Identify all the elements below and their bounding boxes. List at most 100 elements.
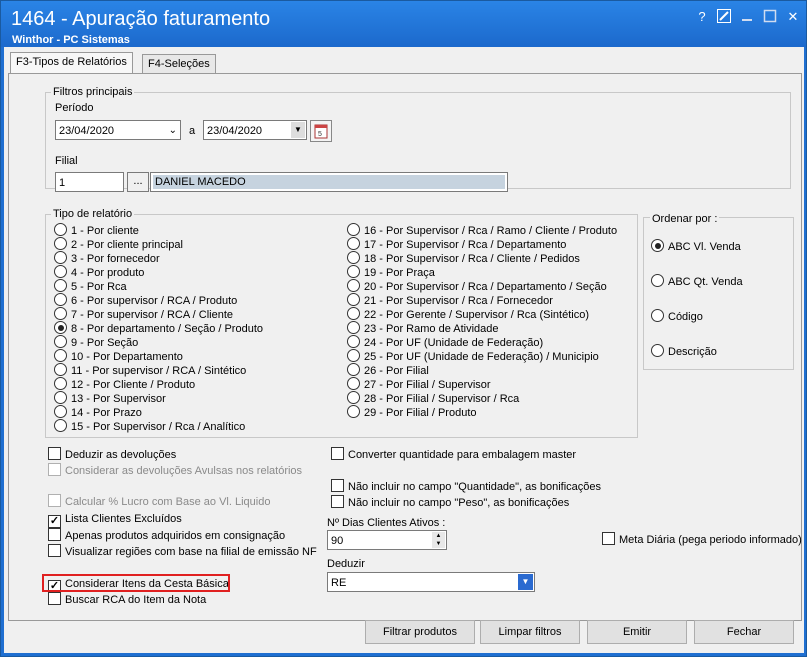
fechar-button[interactable]: Fechar [694,620,794,644]
lista-clientes-excluidos-checkbox[interactable]: ✓ Lista Clientes Excluídos [48,512,182,528]
close-button[interactable]: ✕ [784,9,802,25]
checkbox-box[interactable] [48,447,61,460]
radio-circle[interactable] [347,391,360,404]
radio-circle[interactable] [347,321,360,334]
nao-incluir-peso-checkbox[interactable]: Não incluir no campo "Peso", as bonifica… [331,495,569,509]
converter-embalagem-checkbox[interactable]: Converter quantidade para embalagem mast… [331,447,576,461]
radio-circle[interactable] [54,391,67,404]
radio-circle[interactable] [54,419,67,432]
visualizar-regioes-checkbox[interactable]: Visualizar regiões com base na filial de… [48,544,317,558]
filtrar-produtos-button[interactable]: Filtrar produtos [365,620,475,644]
radio-circle[interactable] [651,239,664,252]
checkbox-box[interactable]: ✓ [48,515,61,528]
ordenar-option-1[interactable]: ABC Vl. Venda [651,239,741,253]
radio-circle[interactable] [347,293,360,306]
checkbox-box[interactable] [48,544,61,557]
tipo-relatorio-option-6[interactable]: 6 - Por supervisor / RCA / Produto [54,293,237,307]
tipo-relatorio-option-24[interactable]: 24 - Por UF (Unidade de Federação) [347,335,543,349]
radio-circle[interactable] [347,307,360,320]
tipo-relatorio-option-2[interactable]: 2 - Por cliente principal [54,237,183,251]
tipo-relatorio-option-9[interactable]: 9 - Por Seção [54,335,138,349]
nao-incluir-quantidade-checkbox[interactable]: Não incluir no campo "Quantidade", as bo… [331,479,601,493]
tab-tipos-relatorios[interactable]: F3-Tipos de Relatórios [10,52,133,74]
radio-circle[interactable] [54,377,67,390]
produtos-consignacao-checkbox[interactable]: Apenas produtos adquiridos em consignaçã… [48,528,285,542]
radio-circle[interactable] [347,363,360,376]
radio-circle[interactable] [347,251,360,264]
spin-up-icon[interactable]: ▲ [432,532,445,540]
checkbox-box[interactable] [48,592,61,605]
radio-circle[interactable] [347,377,360,390]
tipo-relatorio-option-8[interactable]: 8 - Por departamento / Seção / Produto [54,321,263,335]
tipo-relatorio-option-22[interactable]: 22 - Por Gerente / Supervisor / Rca (Sin… [347,307,589,321]
tipo-relatorio-option-18[interactable]: 18 - Por Supervisor / Rca / Cliente / Pe… [347,251,580,265]
radio-circle[interactable] [54,237,67,250]
dropdown-arrow-icon[interactable]: ▼ [291,122,305,138]
limpar-filtros-button[interactable]: Limpar filtros [480,620,580,644]
checkbox-box[interactable] [331,495,344,508]
tipo-relatorio-option-10[interactable]: 10 - Por Departamento [54,349,183,363]
minimize-button[interactable] [738,9,756,25]
checkbox-box[interactable] [602,532,615,545]
radio-circle[interactable] [651,274,664,287]
meta-diaria-checkbox[interactable]: Meta Diária (pega periodo informado) [602,532,802,546]
tipo-relatorio-option-26[interactable]: 26 - Por Filial [347,363,429,377]
tipo-relatorio-option-11[interactable]: 11 - Por supervisor / RCA / Sintético [54,363,246,377]
tipo-relatorio-option-4[interactable]: 4 - Por produto [54,265,144,279]
deduzir-select[interactable]: RE ▼ [327,572,535,592]
radio-circle[interactable] [347,335,360,348]
ordenar-option-4[interactable]: Descrição [651,344,717,358]
radio-circle[interactable] [347,265,360,278]
radio-circle[interactable] [347,405,360,418]
emitir-button[interactable]: Emitir [587,620,687,644]
tipo-relatorio-option-25[interactable]: 25 - Por UF (Unidade de Federação) / Mun… [347,349,599,363]
tipo-relatorio-option-1[interactable]: 1 - Por cliente [54,223,139,237]
help-button[interactable]: ? [693,9,711,25]
tipo-relatorio-option-19[interactable]: 19 - Por Praça [347,265,435,279]
radio-circle[interactable] [54,293,67,306]
calendar-icon[interactable]: 5 [310,120,332,142]
tipo-relatorio-option-21[interactable]: 21 - Por Supervisor / Rca / Fornecedor [347,293,553,307]
radio-circle[interactable] [347,223,360,236]
tipo-relatorio-option-7[interactable]: 7 - Por supervisor / RCA / Cliente [54,307,233,321]
dropdown-arrow-icon[interactable]: ▼ [518,574,533,590]
ordenar-option-2[interactable]: ABC Qt. Venda [651,274,743,288]
buscar-rca-checkbox[interactable]: Buscar RCA do Item da Nota [48,592,206,606]
data-fim-field[interactable]: 23/04/2020 ▼ [203,120,307,140]
tipo-relatorio-option-16[interactable]: 16 - Por Supervisor / Rca / Ramo / Clien… [347,223,617,237]
tipo-relatorio-option-23[interactable]: 23 - Por Ramo de Atividade [347,321,499,335]
tab-selecoes[interactable]: F4-Seleções [142,54,216,74]
tipo-relatorio-option-5[interactable]: 5 - Por Rca [54,279,127,293]
tipo-relatorio-option-13[interactable]: 13 - Por Supervisor [54,391,166,405]
checkbox-box[interactable] [331,479,344,492]
radio-circle[interactable] [54,405,67,418]
radio-circle[interactable] [651,309,664,322]
radio-circle[interactable] [54,321,67,334]
radio-circle[interactable] [54,349,67,362]
spin-down-icon[interactable]: ▼ [432,540,445,548]
tipo-relatorio-option-15[interactable]: 15 - Por Supervisor / Rca / Analítico [54,419,245,433]
radio-circle[interactable] [651,344,664,357]
tipo-relatorio-option-20[interactable]: 20 - Por Supervisor / Rca / Departamento… [347,279,607,293]
tipo-relatorio-option-27[interactable]: 27 - Por Filial / Supervisor [347,377,491,391]
radio-circle[interactable] [347,349,360,362]
radio-circle[interactable] [54,251,67,264]
checkbox-box[interactable] [48,528,61,541]
tipo-relatorio-option-3[interactable]: 3 - Por fornecedor [54,251,160,265]
tipo-relatorio-option-12[interactable]: 12 - Por Cliente / Produto [54,377,195,391]
dias-clientes-field[interactable]: 90 ▲ ▼ [327,530,447,550]
deduzir-devolucoes-checkbox[interactable]: Deduzir as devoluções [48,447,176,461]
filial-browse-button[interactable]: ... [127,172,149,192]
radio-circle[interactable] [347,237,360,250]
radio-circle[interactable] [347,279,360,292]
edit-icon[interactable] [715,9,733,25]
radio-circle[interactable] [54,335,67,348]
data-inicio-field[interactable]: 23/04/2020 ⌄ [55,120,181,140]
filial-codigo-field[interactable]: 1 [55,172,124,192]
checkbox-box[interactable] [331,447,344,460]
radio-circle[interactable] [54,363,67,376]
chevron-down-icon[interactable]: ⌄ [169,121,177,141]
radio-circle[interactable] [54,265,67,278]
tipo-relatorio-option-14[interactable]: 14 - Por Prazo [54,405,142,419]
tipo-relatorio-option-28[interactable]: 28 - Por Filial / Supervisor / Rca [347,391,519,405]
